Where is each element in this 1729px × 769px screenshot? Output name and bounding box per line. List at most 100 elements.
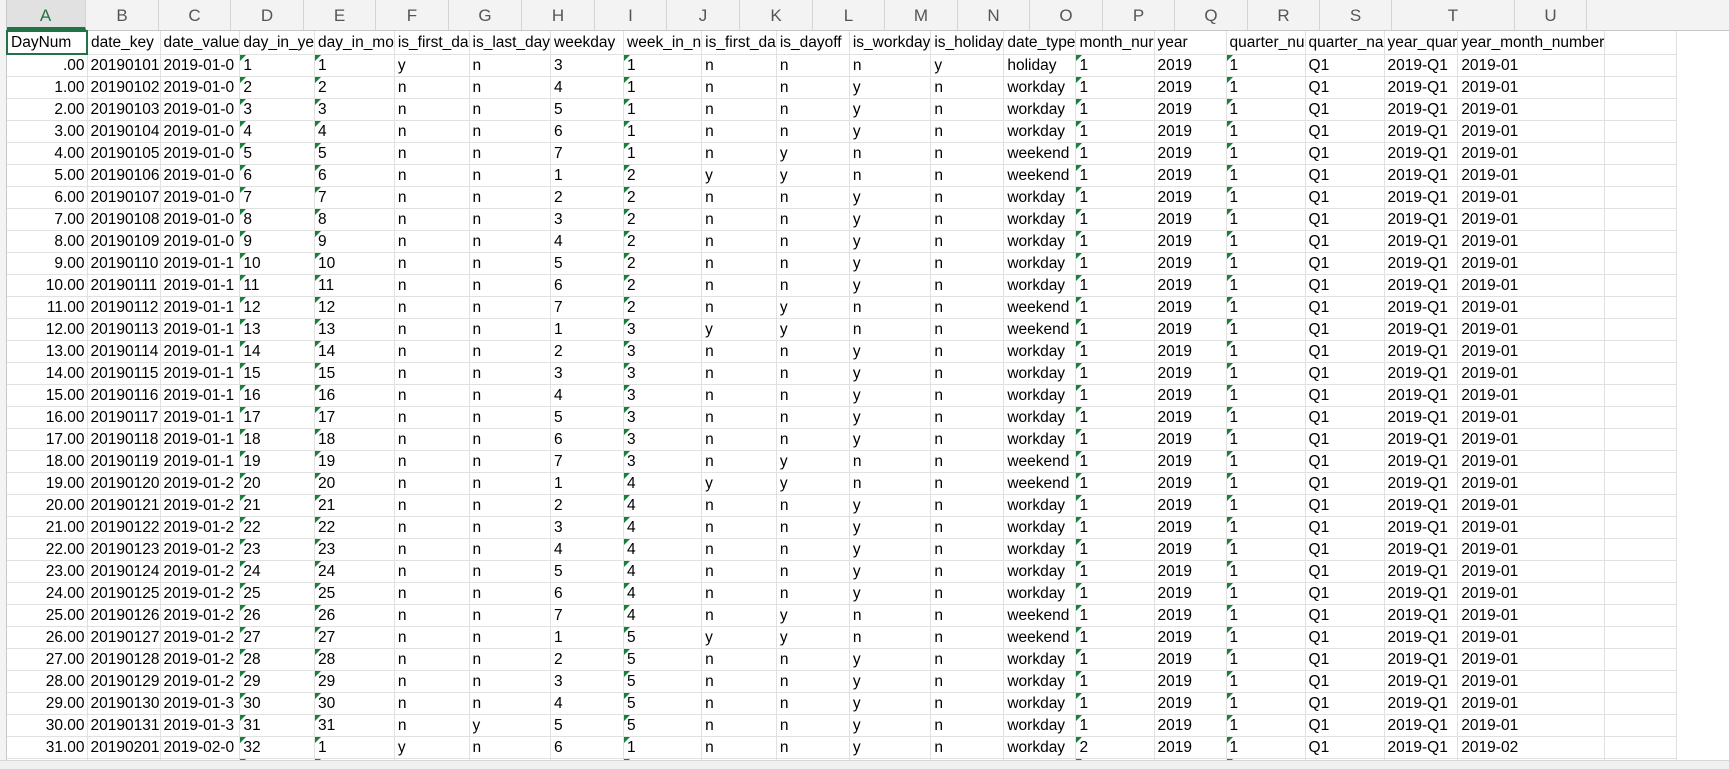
table-cell[interactable]: 4 xyxy=(623,604,703,627)
table-cell[interactable]: 20190103 xyxy=(87,98,161,121)
table-cell[interactable]: 2019-01-0 xyxy=(160,164,241,187)
table-cell[interactable]: 8 xyxy=(314,208,395,231)
table-cell[interactable]: y xyxy=(849,186,932,209)
table-cell[interactable]: y xyxy=(776,296,850,319)
table-cell[interactable]: y xyxy=(776,142,850,165)
table-cell[interactable]: 20190122 xyxy=(87,516,161,539)
table-cell[interactable]: 1 xyxy=(1075,670,1155,693)
table-cell[interactable]: 2019-01-2 xyxy=(160,560,241,583)
table-cell[interactable]: n xyxy=(776,560,850,583)
table-cell[interactable]: 2019-Q1 xyxy=(1384,714,1459,737)
table-cell[interactable]: 20190130 xyxy=(87,692,161,715)
table-cell[interactable]: 2019 xyxy=(1154,76,1227,99)
table-cell[interactable]: n xyxy=(469,340,552,363)
table-cell[interactable]: 1 xyxy=(1075,472,1155,495)
table-cell[interactable]: workday xyxy=(1003,560,1077,583)
table-cell[interactable]: 2019 xyxy=(1154,626,1227,649)
table-cell[interactable]: Q1 xyxy=(1305,516,1385,539)
table-cell[interactable]: n xyxy=(701,120,777,143)
table-cell[interactable]: 1 xyxy=(314,736,395,759)
table-cell[interactable]: 1 xyxy=(1075,406,1155,429)
table-cell[interactable]: 2019 xyxy=(1154,142,1227,165)
table-cell[interactable]: 2019-01 xyxy=(1457,296,1606,319)
table-cell[interactable]: 2019-01-1 xyxy=(160,384,241,407)
table-cell[interactable] xyxy=(1604,164,1678,187)
table-cell[interactable]: 2019-01 xyxy=(1457,648,1606,671)
table-cell[interactable]: 2 xyxy=(550,494,625,517)
table-cell[interactable]: 6 xyxy=(550,582,625,605)
table-cell[interactable]: 5 xyxy=(550,252,625,275)
column-header-l[interactable]: L xyxy=(813,0,885,30)
table-cell[interactable]: 18.00 xyxy=(7,450,88,473)
table-cell[interactable]: workday xyxy=(1003,692,1077,715)
table-cell[interactable]: 1 xyxy=(1075,384,1155,407)
table-cell[interactable]: 5 xyxy=(623,692,703,715)
table-cell[interactable]: 17 xyxy=(239,406,316,429)
table-cell[interactable]: n xyxy=(776,406,850,429)
table-cell[interactable]: n xyxy=(849,472,932,495)
table-cell[interactable]: 2019-Q1 xyxy=(1384,626,1459,649)
table-cell[interactable]: 31 xyxy=(314,714,395,737)
table-cell[interactable] xyxy=(1604,450,1678,473)
table-cell[interactable]: 1 xyxy=(1226,472,1306,495)
table-cell[interactable]: n xyxy=(849,604,932,627)
table-cell[interactable]: n xyxy=(776,120,850,143)
table-cell[interactable]: 4 xyxy=(550,384,625,407)
header-cell[interactable]: weekday xyxy=(550,31,625,55)
table-cell[interactable]: 2019 xyxy=(1154,648,1227,671)
table-cell[interactable]: n xyxy=(394,76,470,99)
table-cell[interactable]: n xyxy=(469,692,552,715)
table-cell[interactable]: 20190126 xyxy=(87,604,161,627)
table-cell[interactable]: n xyxy=(394,494,470,517)
table-cell[interactable] xyxy=(1604,274,1678,297)
table-cell[interactable]: n xyxy=(394,450,470,473)
table-cell[interactable]: 1 xyxy=(623,120,703,143)
table-cell[interactable]: 2019-01-1 xyxy=(160,340,241,363)
table-cell[interactable]: 3 xyxy=(550,362,625,385)
table-cell[interactable]: 1 xyxy=(623,142,703,165)
table-cell[interactable]: n xyxy=(849,296,932,319)
table-cell[interactable]: weekend xyxy=(1003,164,1077,187)
table-cell[interactable]: n xyxy=(469,318,552,341)
table-cell[interactable]: 2019-01-2 xyxy=(160,516,241,539)
table-cell[interactable]: 10 xyxy=(314,252,395,275)
table-cell[interactable]: 3 xyxy=(550,516,625,539)
table-cell[interactable]: weekend xyxy=(1003,318,1077,341)
table-cell[interactable]: n xyxy=(930,340,1005,363)
table-cell[interactable]: Q1 xyxy=(1305,120,1385,143)
table-cell[interactable]: 20190131 xyxy=(87,714,161,737)
table-cell[interactable]: 1 xyxy=(550,318,625,341)
table-cell[interactable]: 1 xyxy=(1075,516,1155,539)
table-cell[interactable]: 1 xyxy=(1075,318,1155,341)
table-cell[interactable]: 1 xyxy=(1226,626,1306,649)
table-cell[interactable]: n xyxy=(394,164,470,187)
table-cell[interactable]: y xyxy=(701,318,777,341)
table-cell[interactable]: y xyxy=(849,362,932,385)
table-cell[interactable]: 1 xyxy=(1226,230,1306,253)
table-cell[interactable]: n xyxy=(394,714,470,737)
table-cell[interactable]: 1 xyxy=(1226,714,1306,737)
table-cell[interactable]: 31 xyxy=(239,714,316,737)
table-cell[interactable]: workday xyxy=(1003,274,1077,297)
table-cell[interactable]: 2019-01 xyxy=(1457,670,1606,693)
table-cell[interactable]: 20190118 xyxy=(87,428,161,451)
table-cell[interactable]: 1 xyxy=(1075,164,1155,187)
table-cell[interactable]: 2019-01 xyxy=(1457,362,1606,385)
table-cell[interactable]: workday xyxy=(1003,494,1077,517)
table-cell[interactable]: n xyxy=(394,142,470,165)
table-cell[interactable]: 30 xyxy=(314,692,395,715)
header-cell[interactable]: quarter_na xyxy=(1305,31,1385,55)
table-cell[interactable]: n xyxy=(849,626,932,649)
table-cell[interactable]: n xyxy=(849,54,932,77)
table-cell[interactable]: 2 xyxy=(623,230,703,253)
header-cell[interactable]: year xyxy=(1154,31,1227,55)
table-cell[interactable]: n xyxy=(469,582,552,605)
table-cell[interactable]: workday xyxy=(1003,406,1077,429)
table-cell[interactable]: n xyxy=(701,714,777,737)
table-cell[interactable]: y xyxy=(776,626,850,649)
table-cell[interactable]: y xyxy=(776,604,850,627)
table-cell[interactable]: workday xyxy=(1003,186,1077,209)
table-cell[interactable]: n xyxy=(469,54,552,77)
table-cell[interactable]: 27.00 xyxy=(7,648,88,671)
table-cell[interactable]: 12 xyxy=(239,296,316,319)
